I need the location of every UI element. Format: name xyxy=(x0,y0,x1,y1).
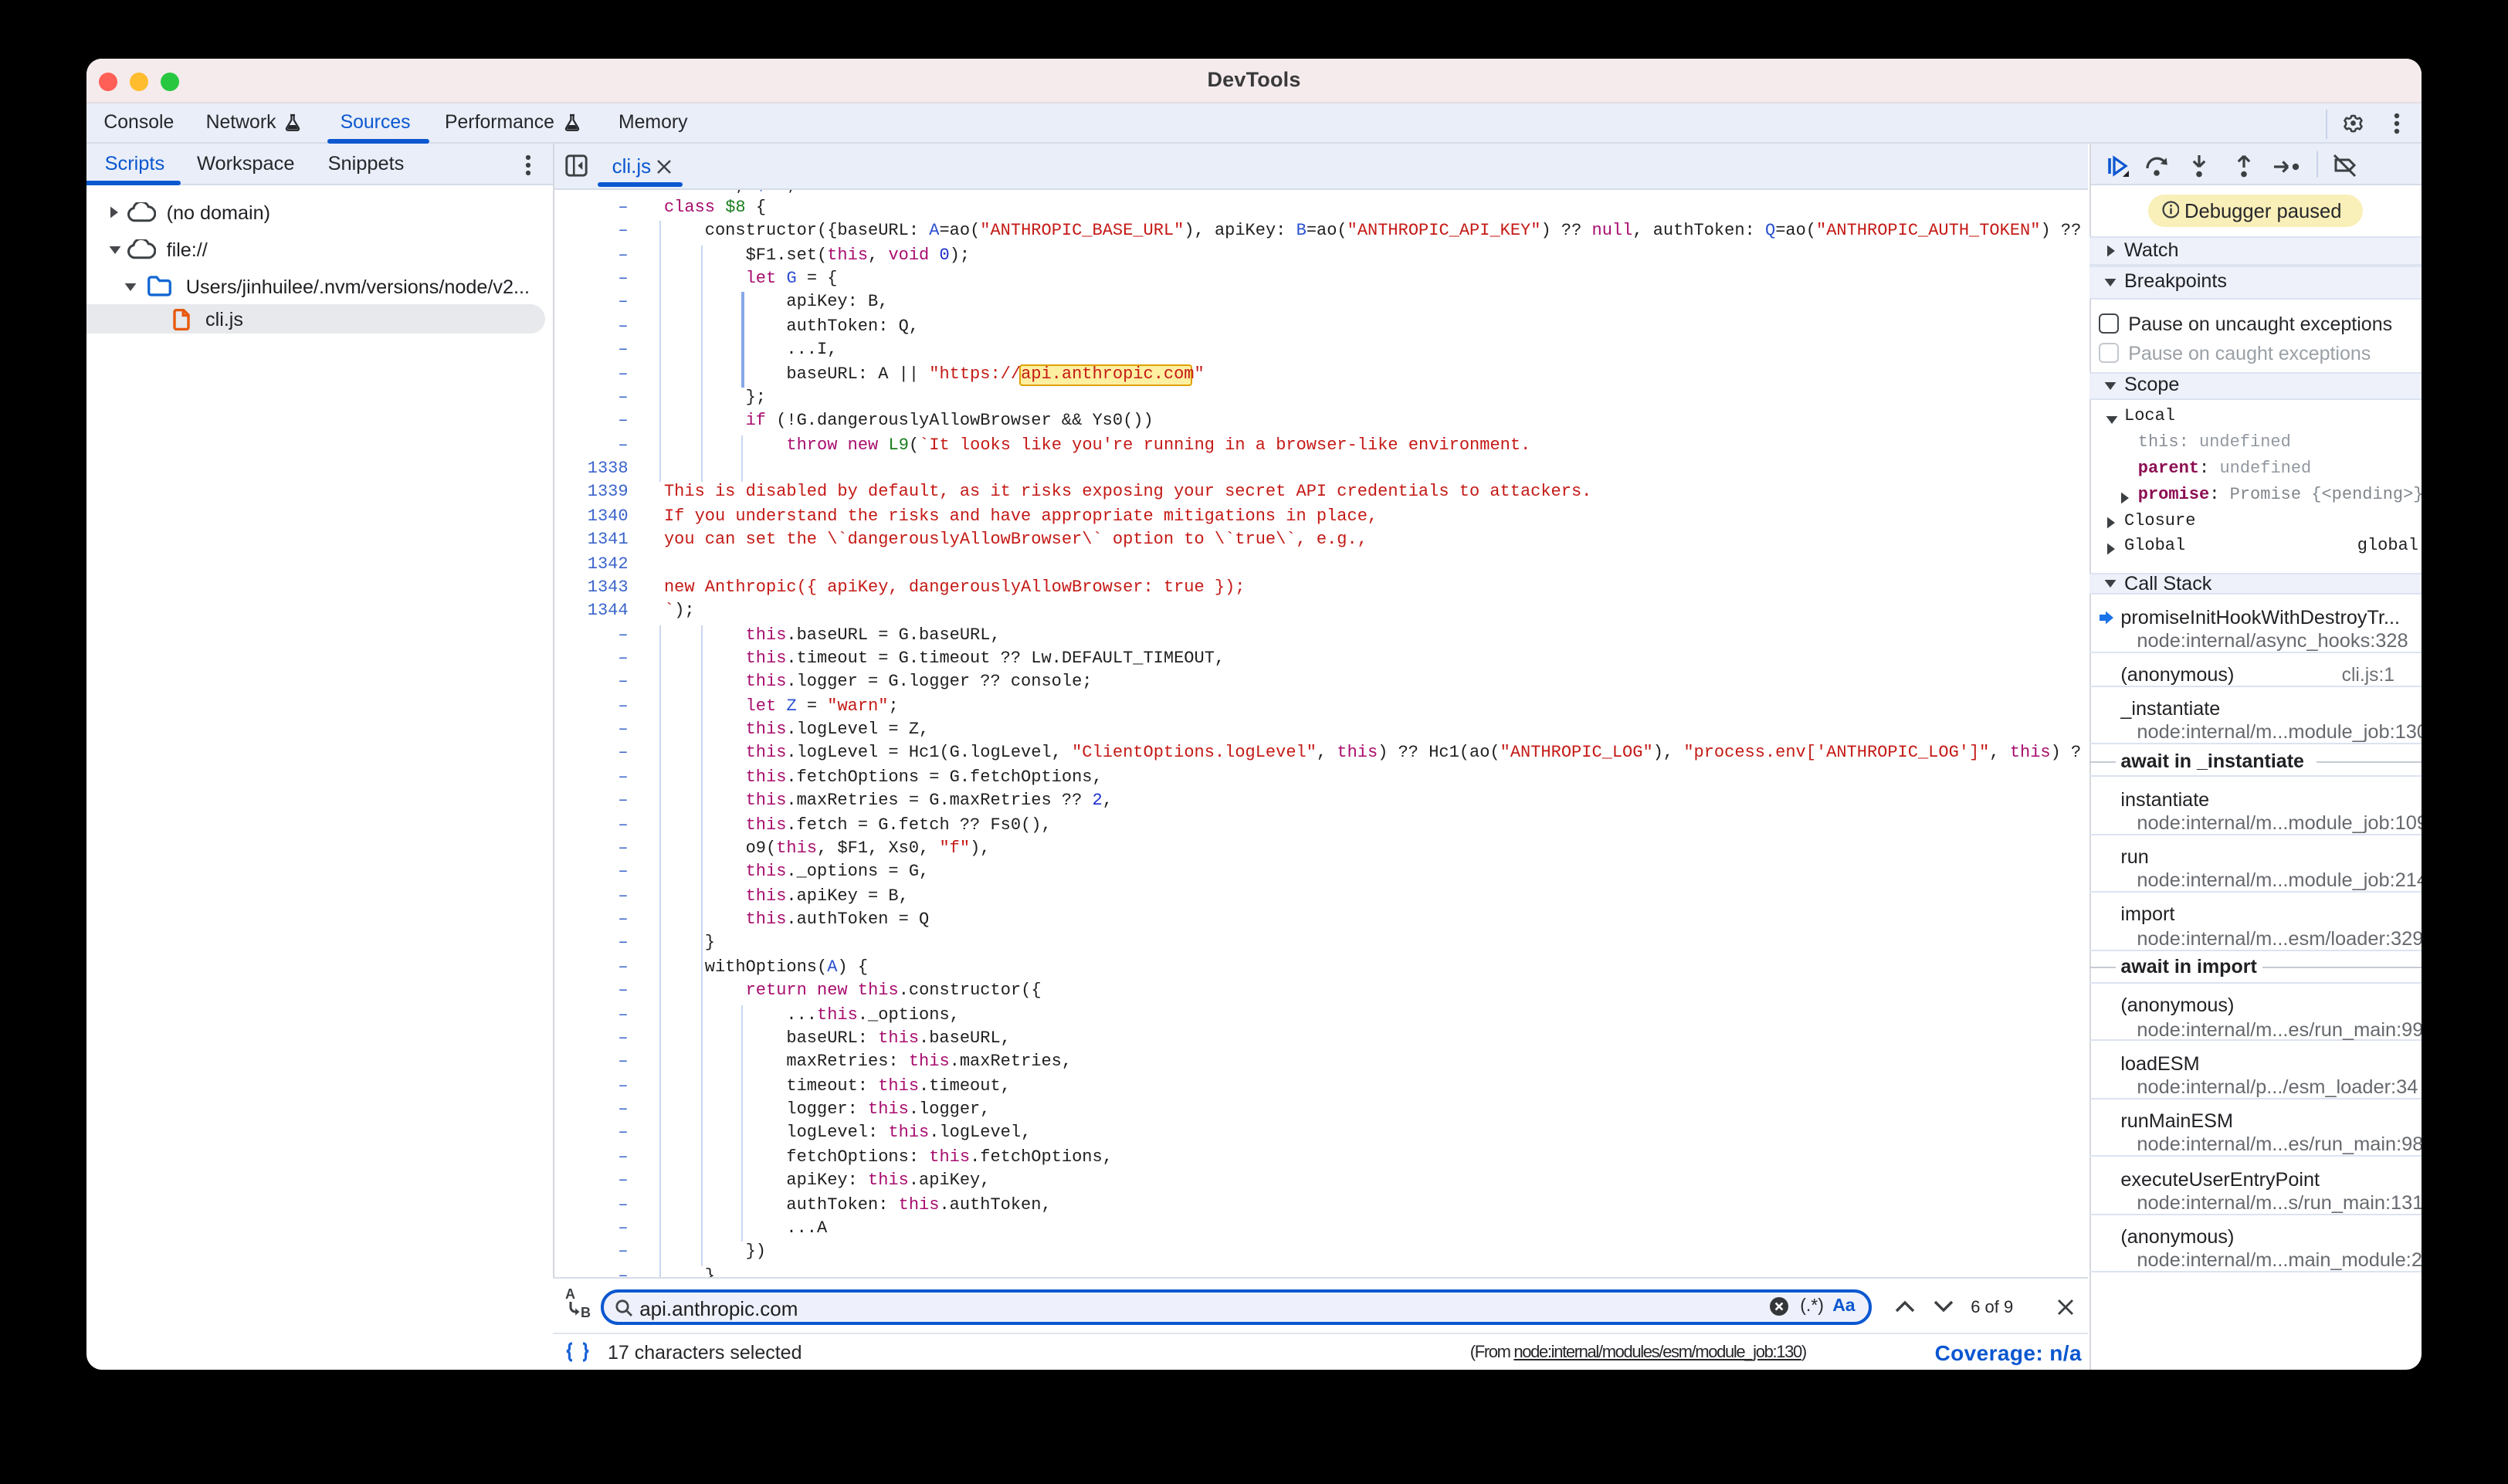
svg-text:A: A xyxy=(565,1286,575,1302)
svg-text:B: B xyxy=(581,1305,591,1320)
